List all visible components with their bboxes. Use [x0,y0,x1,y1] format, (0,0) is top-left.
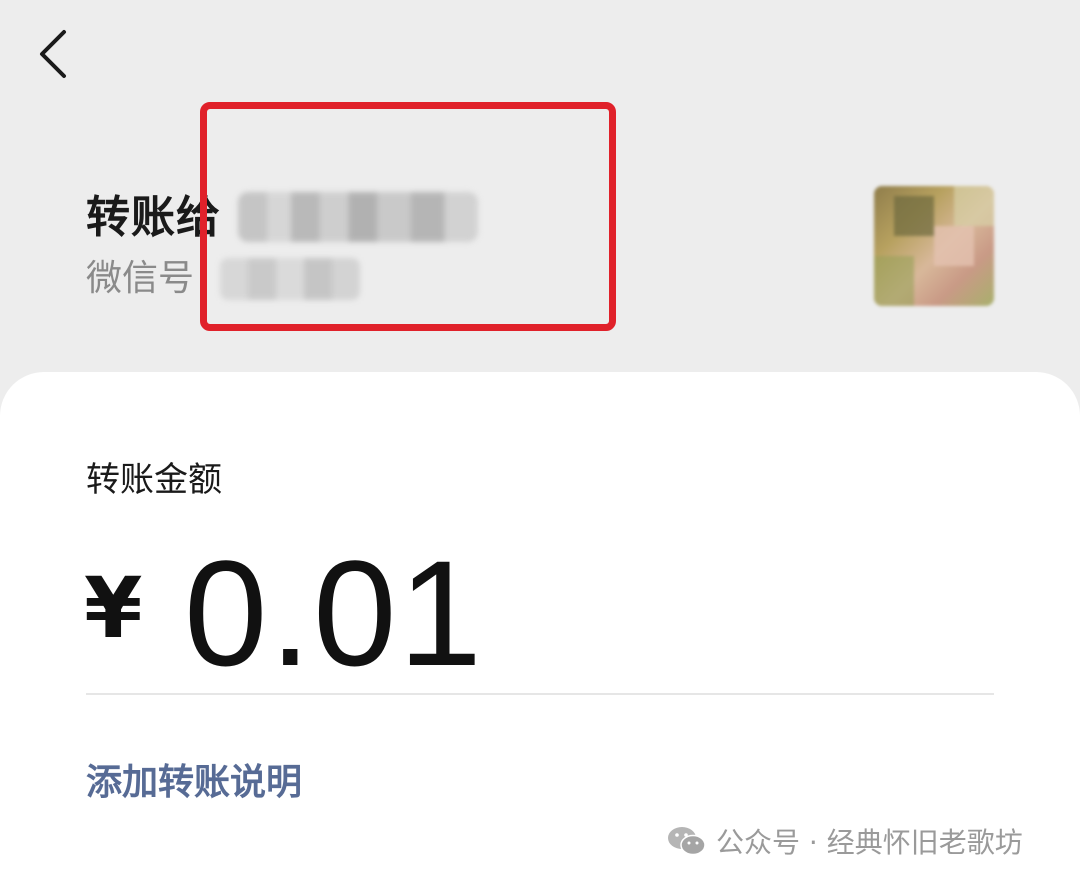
currency-symbol: ¥ [84,559,143,657]
transfer-page: 转账给 微信号 转账金额 ¥ 0.01 添加转账说明 公众号 · 经典怀旧老歌坊 [0,0,1080,884]
wechat-id-label: 微信号 [86,258,195,299]
avatar[interactable] [874,186,994,306]
watermark: 公众号 · 经典怀旧老歌坊 [666,818,1023,864]
amount-label: 转账金额 [86,460,222,500]
highlight-annotation-box [200,102,616,331]
back-button[interactable] [30,24,80,84]
amount-divider [86,693,994,695]
watermark-text: 公众号 · 经典怀旧老歌坊 [716,826,1023,859]
chevron-left-icon [40,30,66,78]
wechat-icon [668,827,706,856]
add-transfer-note-link[interactable]: 添加转账说明 [86,758,302,808]
amount-input[interactable]: 0.01 [184,528,484,698]
